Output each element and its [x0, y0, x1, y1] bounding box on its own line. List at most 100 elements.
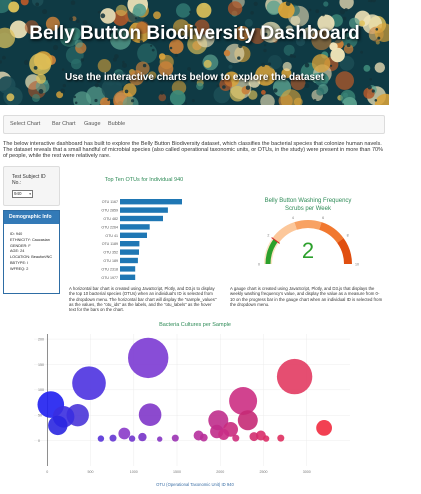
gauge-tick-label: 2: [267, 234, 269, 238]
demographic-info-title: Demographic Info: [4, 211, 59, 224]
coral-pore: [112, 57, 117, 62]
coral-pore: [94, 98, 98, 103]
coral-polyp: [123, 83, 137, 97]
gauge-subtitle: Scrubs per Week: [285, 206, 332, 212]
bubble-chart-title: Bacteria Cultures per Sample: [159, 322, 231, 328]
demographic-info-panel: Demographic Info ID: 940 ETHNICITY: Cauc…: [3, 210, 60, 294]
coral-pore: [187, 67, 191, 71]
coral-pore: [339, 9, 345, 15]
bar-tick-label: OTU 41: [105, 234, 118, 238]
coral-pore: [289, 54, 294, 58]
bubble: [229, 387, 258, 415]
coral-polyp: [115, 4, 128, 17]
coral-pore: [97, 10, 101, 14]
coral-pore: [263, 43, 267, 47]
coral-pore: [273, 88, 278, 93]
coral-pore: [151, 48, 155, 52]
bubble: [262, 435, 270, 442]
y-tick-label: 50: [38, 414, 42, 418]
coral-polyp: [196, 2, 212, 18]
coral-polyp: [158, 53, 166, 60]
coral-pore: [174, 53, 178, 58]
coral-pore: [169, 46, 173, 50]
hero-banner: Belly Button Biodiversity Dashboard Use …: [0, 0, 389, 105]
coral-pore: [253, 1, 258, 6]
gauge-tick-label: 8: [347, 234, 349, 238]
coral-pore: [142, 63, 147, 68]
bar-tick-label: OTU 482: [103, 217, 118, 221]
x-tick-label: 1000: [130, 470, 138, 474]
nav-bar-chart-link[interactable]: Bar Chart: [52, 121, 76, 127]
bubble: [157, 436, 163, 442]
x-tick-label: 0: [46, 470, 48, 474]
coral-polyp: [323, 1, 329, 7]
coral-polyp: [71, 58, 82, 70]
bubble: [109, 434, 117, 442]
coral-pore: [68, 16, 74, 22]
coral-polyp: [6, 93, 15, 102]
gauge-band: [319, 222, 344, 243]
coral-polyp: [282, 61, 292, 72]
coral-pore: [344, 8, 348, 12]
bar-tick-label: OTU 189: [103, 259, 118, 263]
coral-polyp: [133, 3, 147, 17]
bar-tick-label: OTU 2859: [101, 209, 118, 213]
page-title: Belly Button Biodiversity Dashboard: [29, 23, 360, 44]
coral-pore: [38, 89, 44, 94]
bubble: [72, 366, 106, 400]
x-tick-label: 2000: [216, 470, 224, 474]
bar-tick-label: OTU 1167: [102, 200, 118, 204]
coral-pore: [238, 43, 243, 49]
coral-pore: [124, 89, 129, 94]
bubble: [48, 415, 68, 436]
bacteria-bubble-chart[interactable]: Bacteria Cultures per Sample 0 50 100 150 200…: [30, 316, 360, 492]
coral-pore: [330, 64, 333, 67]
top-ten-otu-bar-chart[interactable]: Top Ten OTUs for Individual 940 OTU 1167 O…: [62, 172, 227, 284]
bubble: [97, 435, 105, 442]
chevron-down-icon: ▾: [29, 192, 31, 196]
bar: [120, 224, 150, 230]
demographic-wfreq: WFREQ: 2: [10, 266, 29, 271]
coral-polyp: [283, 44, 295, 56]
bubble: [249, 432, 259, 442]
coral-pore: [62, 83, 66, 88]
coral-polyp: [227, 1, 243, 16]
bubble: [277, 434, 285, 442]
bar: [120, 199, 182, 205]
coral-pore: [122, 63, 127, 68]
gauge-tick-label: 0: [258, 263, 260, 267]
coral-pore: [308, 8, 312, 12]
bubble: [199, 433, 208, 442]
demographic-info-list: ID: 940 ETHNICITY: Caucasian GENDER: F A…: [4, 224, 59, 273]
plot-area: [30, 334, 350, 466]
coral-polyp: [261, 90, 266, 95]
coral-pore: [313, 99, 317, 102]
bar: [120, 232, 147, 238]
gauge-tick-label: 4: [292, 216, 294, 220]
coral-pore: [216, 84, 220, 87]
nav-gauge-link[interactable]: Gauge: [84, 121, 101, 127]
washing-frequency-gauge[interactable]: Belly Button Washing Frequency Scrubs per…: [228, 190, 388, 276]
coral-polyp: [311, 54, 331, 73]
coral-polyp: [363, 64, 371, 72]
navbar-brand[interactable]: Select Chart: [10, 121, 40, 127]
coral-pore: [23, 59, 30, 65]
nav-bubble-link[interactable]: Bubble: [108, 121, 125, 127]
coral-polyp: [153, 11, 161, 20]
coral-polyp: [8, 1, 20, 13]
coral-pore: [134, 17, 138, 20]
bubble: [232, 434, 240, 442]
page-subtitle: Use the interactive charts below to expl…: [65, 72, 324, 83]
subject-id-dropdown[interactable]: 940 ▾: [12, 190, 33, 198]
coral-pore: [2, 55, 6, 60]
coral-pore: [184, 102, 187, 105]
coral-pore: [150, 44, 153, 47]
gauge-value-label: 2: [302, 238, 314, 263]
y-tick-label: 200: [38, 337, 44, 341]
coral-pore: [61, 68, 65, 71]
coral-pore: [371, 89, 375, 93]
bubble: [138, 432, 147, 442]
coral-polyp: [228, 64, 233, 69]
bar: [120, 274, 136, 280]
bar: [120, 215, 163, 222]
